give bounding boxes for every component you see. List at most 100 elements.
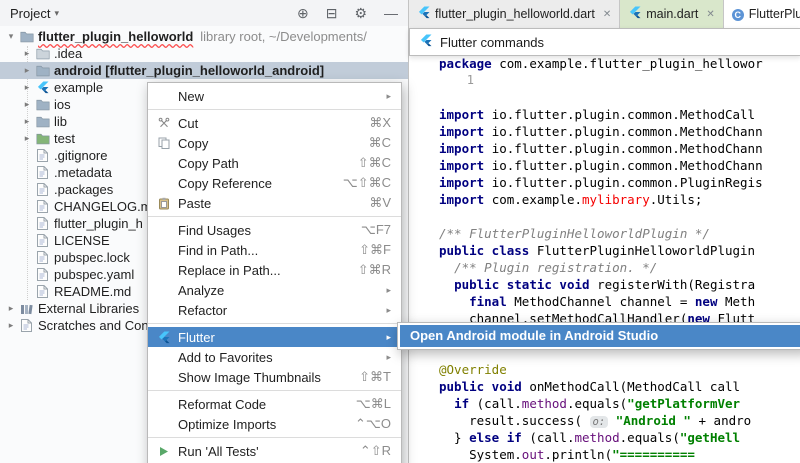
project-panel-title[interactable]: Project xyxy=(10,6,50,21)
menu-item-shortcut: ⇧⌘R xyxy=(357,262,391,277)
file-icon xyxy=(34,183,51,196)
menu-item-replace-in-path[interactable]: Replace in Path... ⇧⌘R xyxy=(148,260,401,280)
locate-icon[interactable]: ⊕ xyxy=(297,5,309,22)
flutter-icon xyxy=(155,330,172,344)
tree-item-label: .metadata xyxy=(54,165,112,180)
expand-arrow-icon[interactable]: ▸ xyxy=(4,320,18,331)
editor-tab-main-dart[interactable]: main.dart ✕ xyxy=(620,0,724,28)
expand-arrow-icon[interactable]: ▸ xyxy=(20,82,34,93)
tree-item-label: .gitignore xyxy=(54,148,108,163)
expand-arrow-icon[interactable]: ▸ xyxy=(20,116,34,127)
flutter-icon xyxy=(417,6,430,22)
code-editor[interactable]: 1 package com.example.flutter_plugin_hel… xyxy=(409,55,800,463)
class-icon: C xyxy=(731,7,744,21)
code-line: import io.flutter.plugin.common.MethodCh… xyxy=(439,124,763,139)
editor-tab-bar: flutter_plugin_helloworld.dart ✕ main.dart… xyxy=(409,0,800,29)
menu-item-copy-path[interactable]: Copy Path ⇧⌘C xyxy=(148,153,401,173)
menu-item-find-in-path[interactable]: Find in Path... ⇧⌘F xyxy=(148,240,401,260)
menu-separator xyxy=(148,216,401,217)
menu-item-flutter[interactable]: Flutter ▸ xyxy=(148,327,401,347)
expand-arrow-icon[interactable]: ▸ xyxy=(20,133,34,144)
expand-arrow-icon[interactable]: ▸ xyxy=(20,48,34,59)
menu-item-cut[interactable]: Cut ⌘X xyxy=(148,113,401,133)
menu-item-label: New xyxy=(178,88,205,104)
menu-item-add-to-favorites[interactable]: Add to Favorites ▸ xyxy=(148,347,401,367)
expand-arrow-icon[interactable]: ▾ xyxy=(4,31,18,42)
menu-item-find-usages[interactable]: Find Usages ⌥F7 xyxy=(148,220,401,240)
menu-separator xyxy=(148,109,401,110)
tree-item-label: External Libraries xyxy=(38,301,140,316)
menu-item-label: Flutter xyxy=(178,329,215,345)
code-line: /** Plugin registration. */ xyxy=(454,260,658,275)
tree-item-label: Scratches and Con xyxy=(38,318,149,333)
tree-item-label: pubspec.lock xyxy=(54,250,130,265)
close-icon[interactable]: ✕ xyxy=(706,9,714,20)
tree-item-label: flutter_plugin_helloworld xyxy=(38,29,194,44)
context-menu: New ▸ Cut ⌘X Copy ⌘C Copy Path ⇧⌘C Copy Referenc… xyxy=(147,82,402,463)
flutter-icon xyxy=(34,81,51,94)
code-line: package com.example.flutter_plugin_hello… xyxy=(439,56,763,71)
file-md-icon xyxy=(34,285,51,298)
menu-item-shortcut: ⌥⇧⌘C xyxy=(342,175,391,190)
code-line: public void onMethodCall(MethodCall call xyxy=(439,379,741,394)
file-icon xyxy=(34,217,51,230)
tree-item-label: CHANGELOG.m xyxy=(54,199,152,214)
menu-item-label: Reformat Code xyxy=(178,396,267,412)
chevron-down-icon[interactable]: ▾ xyxy=(54,8,59,19)
menu-item-show-image-thumbnails[interactable]: Show Image Thumbnails ⇧⌘T xyxy=(148,367,401,387)
tree-item-idea[interactable]: ▸ .idea xyxy=(0,45,408,62)
menu-item-new[interactable]: New ▸ xyxy=(148,86,401,106)
code-line: import io.flutter.plugin.common.MethodCh… xyxy=(439,158,763,173)
editor-area[interactable]: flutter_plugin_helloworld.dart ✕ main.dart… xyxy=(408,0,800,463)
file-icon xyxy=(34,149,51,162)
folder-dim-icon xyxy=(34,48,51,60)
menu-item-label: Paste xyxy=(178,195,212,211)
code-line: final MethodChannel channel = new Meth xyxy=(469,294,756,309)
file-lock-icon xyxy=(34,251,51,264)
collapse-all-icon[interactable]: ⊟ xyxy=(326,5,338,22)
menu-item-paste[interactable]: Paste ⌘V xyxy=(148,193,401,213)
expand-arrow-icon[interactable]: ▸ xyxy=(20,99,34,110)
file-icon xyxy=(34,234,51,247)
code-lines: package com.example.flutter_plugin_hello… xyxy=(439,55,800,463)
tab-label: FlutterPlug xyxy=(748,7,800,21)
menu-item-analyze[interactable]: Analyze ▸ xyxy=(148,280,401,300)
flutter-commands-banner[interactable]: Flutter commands xyxy=(409,28,800,56)
menu-item-refactor[interactable]: Refactor ▸ xyxy=(148,300,401,320)
folder-icon xyxy=(34,65,51,77)
folder-project-icon xyxy=(18,31,35,43)
flutter-icon xyxy=(628,6,641,22)
menu-item-label: Copy Reference xyxy=(178,175,272,191)
minimize-icon[interactable]: — xyxy=(384,5,398,21)
submenu-item-open-android-module-in-android-studio[interactable]: Open Android module in Android Studio xyxy=(400,325,800,347)
menu-separator xyxy=(148,437,401,438)
file-icon xyxy=(34,268,51,281)
editor-tab-flutter-plugin-helloworld-dart[interactable]: flutter_plugin_helloworld.dart ✕ xyxy=(409,0,621,28)
folder-icon xyxy=(34,116,51,128)
menu-item-copy[interactable]: Copy ⌘C xyxy=(148,133,401,153)
submenu-arrow-icon: ▸ xyxy=(386,90,391,101)
tree-item-label: .idea xyxy=(54,46,83,61)
tree-item-flutter-plugin-helloworld[interactable]: ▾ flutter_plugin_helloworld library root, … xyxy=(0,28,408,45)
gear-icon[interactable]: ⚙ xyxy=(354,5,367,22)
menu-item-run-all-tests[interactable]: Run 'All Tests' ⌃⇧R xyxy=(148,441,401,461)
menu-item-label: Refactor xyxy=(178,302,228,318)
submenu-arrow-icon: ▸ xyxy=(386,331,391,342)
menu-item-label: Show Image Thumbnails xyxy=(178,369,321,385)
menu-item-shortcut: ⌘V xyxy=(369,195,391,210)
editor-tab-flutterplug[interactable]: C FlutterPlug xyxy=(723,0,800,28)
tree-item-label: flutter_plugin_h xyxy=(54,216,143,231)
code-line: @Override xyxy=(439,362,507,377)
expand-arrow-icon[interactable]: ▸ xyxy=(4,303,18,314)
menu-item-optimize-imports[interactable]: Optimize Imports ⌃⌥O xyxy=(148,414,401,434)
expand-arrow-icon[interactable]: ▸ xyxy=(20,65,34,76)
menu-item-label: Run 'All Tests' xyxy=(178,443,259,459)
file-icon xyxy=(34,166,51,179)
tree-item-android-flutter-plugin-helloworld-android[interactable]: ▸ android [flutter_plugin_helloworld_andr… xyxy=(0,62,408,79)
close-icon[interactable]: ✕ xyxy=(603,9,611,20)
menu-item-reformat-code[interactable]: Reformat Code ⌥⌘L xyxy=(148,394,401,414)
menu-item-copy-reference[interactable]: Copy Reference ⌥⇧⌘C xyxy=(148,173,401,193)
flutter-icon xyxy=(419,34,432,50)
